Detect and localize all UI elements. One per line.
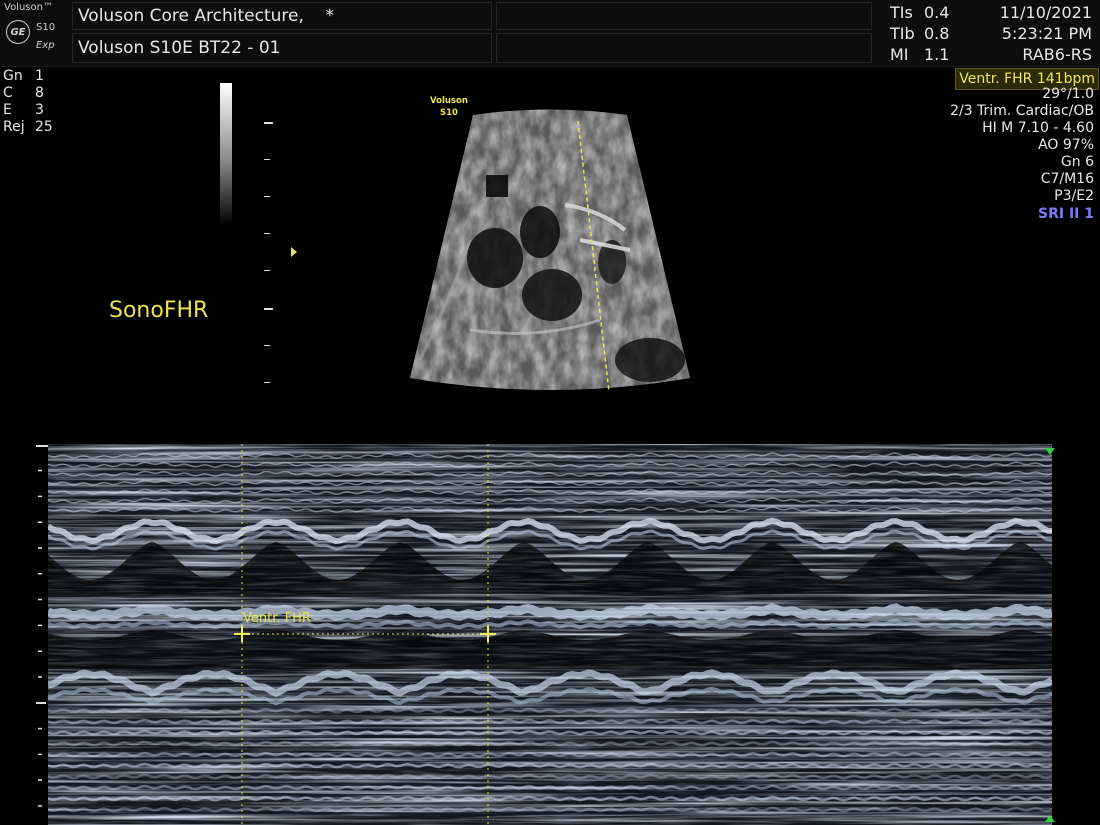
probe-logo-brand: Voluson [430, 96, 468, 106]
mmode-depth-tick [38, 753, 42, 756]
mmode-depth-tick [36, 702, 46, 704]
mmode-depth-tick [38, 676, 42, 678]
caliper-label: Ventr. FHR [243, 611, 311, 626]
sector-content [410, 109, 690, 390]
mmode-depth-tick [38, 650, 42, 652]
mmode-depth-tick [38, 573, 42, 575]
mmode-depth-tick [38, 779, 42, 781]
green-triangle-icon [1045, 448, 1055, 455]
ultrasound-2d-image[interactable] [0, 0, 1100, 440]
probe-logo: Voluson S10 [430, 95, 468, 119]
green-triangle-icon [1045, 815, 1055, 822]
mmode-depth-tick [38, 469, 42, 472]
mmode-depth-tick [38, 521, 42, 523]
mmode-depth-tick [38, 495, 42, 498]
mmode-depth-tick [38, 547, 42, 549]
mmode-depth-scale [36, 469, 46, 807]
mmode-trace[interactable] [48, 444, 1052, 825]
mmode-depth-tick [38, 624, 42, 627]
mmode-scale-top-tick [36, 445, 48, 447]
mmode-depth-tick [38, 805, 42, 807]
mmode-depth-tick [38, 727, 42, 730]
probe-logo-model: S10 [439, 108, 458, 118]
mmode-depth-tick [38, 598, 42, 601]
